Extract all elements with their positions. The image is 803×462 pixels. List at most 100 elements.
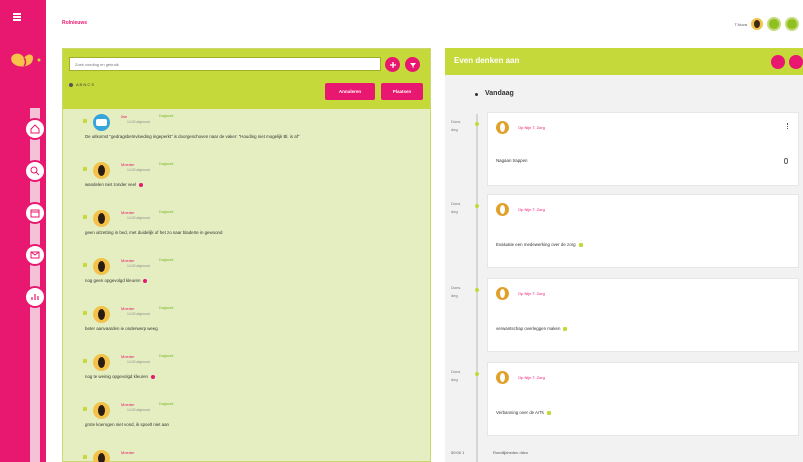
menu-icon[interactable] (13, 13, 21, 21)
reminder-body: Verbanning over de ArTs (496, 410, 544, 415)
filter-dot-icon (69, 82, 73, 87)
avatar[interactable] (751, 18, 763, 30)
entry-time-line2: deg (451, 377, 458, 382)
star-icon[interactable] (83, 215, 87, 219)
reminder-author[interactable]: Op Nijn T. Zorg (518, 207, 545, 212)
reminder-card[interactable]: Op Nijn T. Zorg verwantschap overleggen m… (487, 278, 799, 352)
status-icon[interactable] (767, 17, 781, 31)
message-time: 14.00 afgerond (127, 408, 150, 412)
message-tag: Dagboek (159, 354, 174, 358)
sidebar-item-home[interactable] (24, 118, 46, 140)
author-name[interactable]: Moeder (121, 450, 135, 455)
attachment-icon[interactable] (784, 158, 788, 164)
filter-labels[interactable]: A B N C S (76, 82, 94, 87)
author-name[interactable]: Moeder (121, 258, 135, 263)
star-icon[interactable] (83, 167, 87, 171)
star-icon[interactable] (83, 119, 87, 123)
avatar (93, 354, 110, 371)
reminders-panel: Even denken aan Vandaag Dons deg Op Nijn T… (445, 48, 803, 462)
reminder-author[interactable]: Op Nijn T. Zorg (518, 375, 545, 380)
page-title[interactable]: Rolnieuws (62, 20, 87, 26)
cancel-button[interactable]: Annuleren (325, 83, 375, 100)
more-options-icon[interactable] (786, 123, 789, 129)
message-text: geen uitzetting in bed, met duidelijk of… (85, 229, 405, 236)
message-tag: Dagboek (159, 210, 174, 214)
entry-time-line1: Dons (451, 201, 461, 206)
author-name[interactable]: Moeder (121, 162, 135, 167)
avatar (93, 306, 110, 323)
message-text: De uitkomst "gedragsbeïnvloeding ingeper… (85, 133, 405, 140)
sidebar-item-search[interactable] (24, 160, 46, 182)
message-tag: Dagboek (159, 402, 174, 406)
star-icon[interactable] (83, 455, 87, 459)
reminder-author[interactable]: Op Nijn T. Zorg (518, 125, 545, 130)
star-icon[interactable] (83, 359, 87, 363)
sidebar-item-mail[interactable] (24, 244, 46, 266)
heart-icon[interactable] (143, 278, 148, 283)
message-text: nog te weinig opgevolgd kleuren (85, 373, 405, 380)
sidebar (0, 0, 46, 462)
search-icon (30, 166, 40, 176)
settings-icon[interactable] (785, 17, 799, 31)
reminder-text: Evaluatie een medewerking over de zorg (496, 242, 583, 247)
reminder-card[interactable]: Op Nijn T. Zorg Evaluatie een medewerking… (487, 194, 799, 268)
star-icon[interactable] (83, 407, 87, 411)
check-icon[interactable] (546, 410, 551, 415)
heart-icon[interactable] (139, 182, 144, 187)
message-text: grote koerogen niet vond, ik spoelt niet… (85, 421, 405, 428)
sidebar-item-calendar[interactable] (24, 202, 46, 224)
heart-icon[interactable] (150, 374, 155, 379)
check-icon[interactable] (578, 242, 583, 247)
timeline-dot-icon (475, 204, 479, 208)
add-reminder-button[interactable] (771, 55, 785, 69)
author-name[interactable]: Moeder (121, 402, 135, 407)
message-tag: Dagboek (159, 114, 174, 118)
star-icon[interactable] (83, 311, 87, 315)
author-name[interactable]: Moeder (121, 210, 135, 215)
message-tag: Dagboek (159, 162, 174, 166)
reminder-card[interactable]: Op Nijn T. Zorg Nagaan trappen (487, 112, 799, 186)
reminder-author[interactable]: Op Nijn T. Zorg (518, 291, 545, 296)
reminder-body: Nagaan trappen (496, 158, 528, 163)
message-tag: Dagboek (159, 306, 174, 310)
author-name[interactable]: Moeder (121, 354, 135, 359)
star-icon[interactable] (83, 263, 87, 267)
avatar (496, 371, 509, 384)
avatar (93, 258, 110, 275)
message-body: beter aanvaarden ie onderwerp weeg (85, 326, 158, 331)
filter-row[interactable]: A B N C S (69, 82, 94, 87)
home-icon (30, 124, 40, 134)
message-body: nog geen opgevolgd kleuren (85, 278, 141, 283)
check-icon[interactable] (563, 326, 568, 331)
chart-icon (31, 294, 39, 300)
reminder-body: Evaluatie een medewerking over de zorg (496, 242, 576, 247)
entry-time: Dons deg (451, 200, 460, 216)
entry-time: Dons deg (451, 284, 460, 300)
feed-toolbar: A B N C S Annuleren Plaatsen (63, 49, 430, 109)
author-name[interactable]: Ilse (121, 114, 127, 119)
entry-time-line1: Dons (451, 369, 461, 374)
timeline-dot-icon (475, 372, 479, 376)
search-input[interactable] (69, 57, 381, 71)
avatar (93, 162, 110, 179)
filter-button[interactable] (405, 57, 420, 72)
footer-time: 00:00 1 (451, 450, 465, 455)
user-name[interactable]: T.Nova (735, 22, 747, 27)
reminder-options-button[interactable] (789, 55, 803, 69)
reminder-body: verwantschap overleggen maken (496, 326, 561, 331)
reminder-text: Verbanning over de ArTs (496, 410, 551, 415)
post-button[interactable]: Plaatsen (381, 83, 423, 100)
sidebar-item-chart[interactable] (24, 286, 46, 308)
add-button[interactable] (385, 57, 400, 72)
message-text: nog geen opgevolgd kleuren (85, 277, 405, 284)
message-body: nog te weinig opgevolgd kleuren (85, 374, 148, 379)
message-time: 14.00 afgerond (127, 120, 150, 124)
author-name[interactable]: Moeder (121, 306, 135, 311)
message-body: geen uitzetting in bed, met duidelijk of… (85, 230, 223, 235)
reminder-card[interactable]: Op Nijn T. Zorg Verbanning over de ArTs (487, 362, 799, 436)
avatar (496, 287, 509, 300)
timeline-dot-icon (475, 288, 479, 292)
timeline-footer: 00:00 1 Rondlijkheden ditzo (451, 450, 528, 455)
entry-time-line1: Dons (451, 285, 461, 290)
logo (11, 53, 41, 67)
